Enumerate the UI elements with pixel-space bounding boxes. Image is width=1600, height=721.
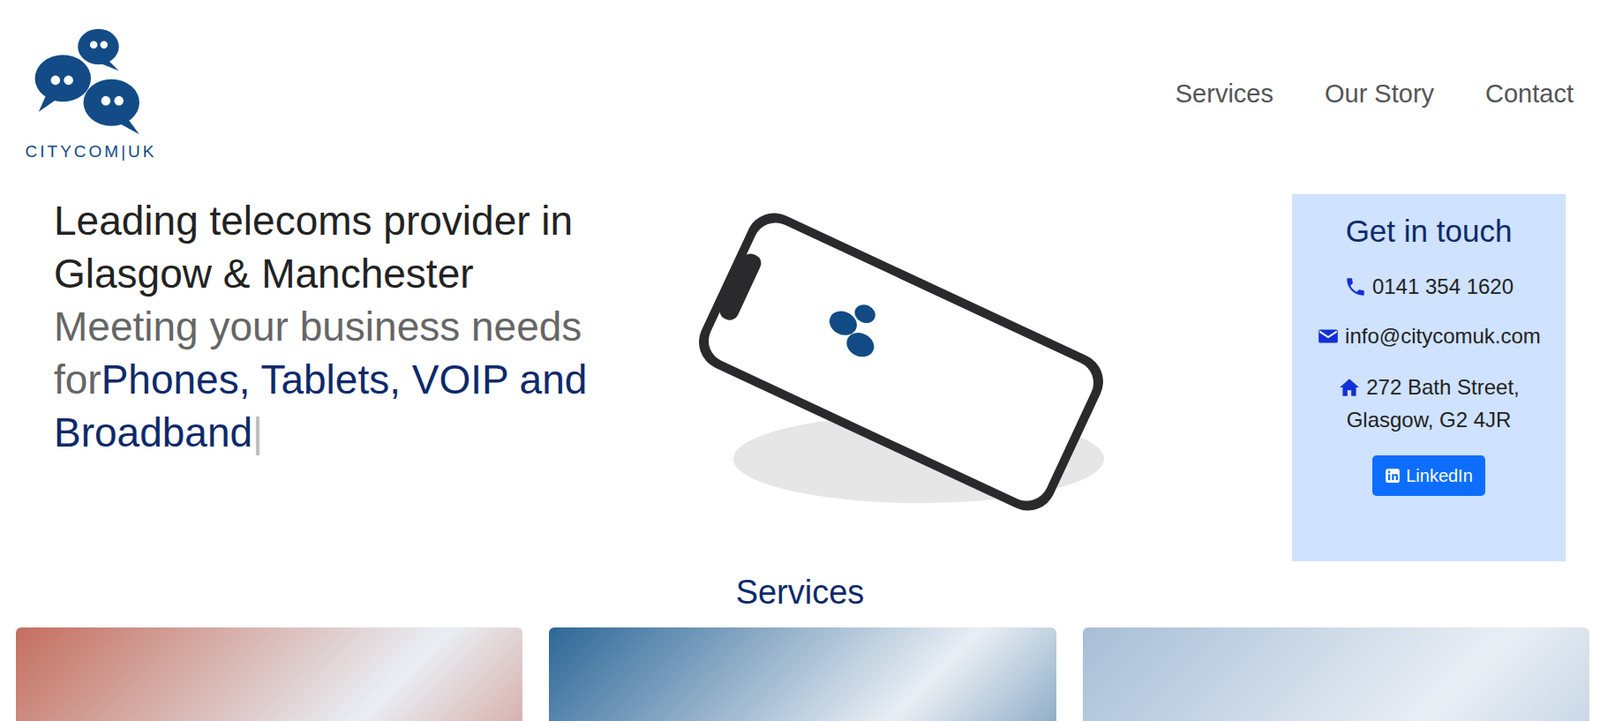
address: 272 Bath Street,Glasgow, G2 4JR <box>1306 370 1552 436</box>
typing-cursor: | <box>252 409 263 456</box>
service-cards <box>0 627 1600 721</box>
phone-icon <box>680 211 1122 530</box>
speech-bubbles-icon <box>25 25 157 139</box>
email-address: info@citycomuk.com <box>1344 321 1541 352</box>
email-row[interactable]: info@citycomuk.com <box>1306 321 1552 352</box>
phone-number: 0141 354 1620 <box>1372 271 1514 302</box>
main-nav: Services Our Story Contact <box>1175 79 1574 109</box>
linkedin-icon <box>1384 467 1401 484</box>
address-line: 272 Bath Street, <box>1306 370 1552 404</box>
logo[interactable]: CITYCOM|UK <box>8 25 173 162</box>
phone-picture <box>671 194 1293 530</box>
hero-heading: Leading telecoms provider in Glasgow & M… <box>53 194 672 459</box>
service-card[interactable] <box>548 627 1056 721</box>
service-card[interactable] <box>15 627 523 721</box>
nav-link[interactable]: Our Story <box>1324 79 1435 109</box>
house-icon <box>1337 375 1361 399</box>
header: CITYCOM|UK Services Our Story Contact <box>0 0 1600 168</box>
highlight-text: Phones, Tablets, VOIP and Broadband <box>53 356 587 456</box>
phone-icon <box>1344 275 1368 299</box>
services-section: Services <box>0 561 1600 721</box>
page: CITYCOM|UK Services Our Story Contact Leadin… <box>0 0 1600 721</box>
linkedin-button[interactable]: LinkedIn <box>1372 455 1486 496</box>
address-line: Glasgow, G2 4JR <box>1306 403 1552 436</box>
headline: Leading telecoms provider in Glasgow & M… <box>53 194 672 301</box>
nav-link[interactable]: Contact <box>1485 79 1574 109</box>
nav-link[interactable]: Services <box>1175 79 1274 109</box>
envelope-icon <box>1316 324 1340 348</box>
contact-title: Get in touch <box>1306 213 1552 249</box>
contact-card: Get in touch 0141 354 1620 info@citycomuk.… <box>1292 194 1566 562</box>
services-title: Services <box>0 573 1600 612</box>
logo-text: CITYCOM|UK <box>25 142 158 162</box>
phone-row[interactable]: 0141 354 1620 <box>1306 271 1552 302</box>
hero: Leading telecoms provider in Glasgow & M… <box>0 167 1600 562</box>
service-card[interactable] <box>1082 627 1590 721</box>
